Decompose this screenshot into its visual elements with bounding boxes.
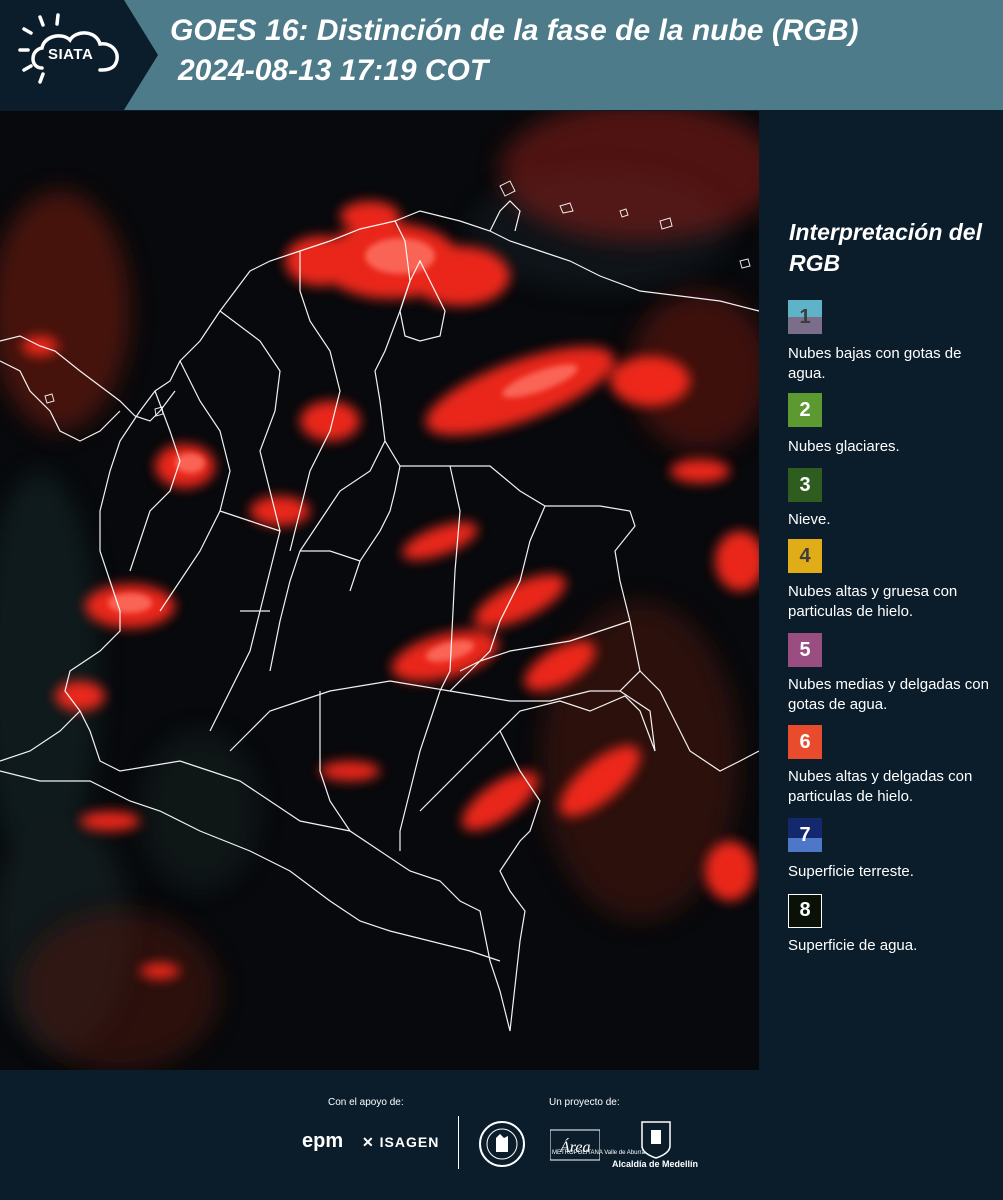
page: SIATA GOES 16: Distinción de la fase de …: [0, 0, 1003, 1200]
isagen-logo: ✕ ISAGEN: [362, 1134, 440, 1150]
siata-logo-text: SIATA: [48, 46, 94, 63]
legend-label-7: Superficie terreste.: [788, 863, 914, 880]
area-metropolitana-logo: Área: [550, 1129, 600, 1161]
project-label: Un proyecto de:: [549, 1097, 620, 1108]
legend-number-4: 4: [799, 545, 811, 567]
legend-number-6: 6: [799, 731, 811, 753]
legend-swatch-8: 8: [788, 894, 822, 928]
epm-logo: epm: [302, 1130, 344, 1152]
legend-swatch-3: 3: [788, 468, 822, 502]
siata-logo: SIATA: [0, 0, 160, 110]
support-label: Con el apoyo de:: [328, 1097, 404, 1108]
legend-number-8: 8: [799, 899, 811, 921]
alcaldia-shield-icon: [641, 1121, 671, 1159]
legend-panel: Interpretación del RGB 1 Nubes bajas con…: [760, 111, 1003, 1070]
satellite-rgb-map: [0, 111, 759, 1070]
page-timestamp: 2024-08-13 17:19 COT: [178, 54, 489, 87]
legend-label-8: Superficie de agua.: [788, 937, 918, 954]
legend-swatch-6: 6: [788, 725, 822, 759]
legend-number-2: 2: [799, 399, 811, 421]
legend-swatch-4: 4: [788, 539, 822, 573]
legend-number-1: 1: [799, 306, 811, 328]
university-seal-icon: [479, 1121, 525, 1167]
legend-label-1: Nubes bajas con gotas de agua.: [788, 345, 962, 382]
legend-label-6: Nubes altas y delgadas con particulas de…: [788, 768, 973, 805]
legend-swatch-2: 2: [788, 393, 822, 427]
legend-number-5: 5: [799, 639, 811, 661]
legend-label-2: Nubes glaciares.: [788, 438, 900, 455]
legend-swatch-1: 1: [788, 300, 822, 334]
legend-swatch-5: 5: [788, 633, 822, 667]
legend-title: Interpretación del RGB: [789, 219, 982, 276]
legend-swatch-7: 7: [788, 818, 822, 852]
legend-label-4: Nubes altas y gruesa con particulas de h…: [788, 583, 958, 620]
legend-number-3: 3: [799, 474, 811, 496]
legend-label-5: Nubes medias y delgadas con gotas de agu…: [788, 676, 989, 713]
legend-number-7: 7: [799, 824, 811, 846]
page-title: GOES 16: Distinción de la fase de la nub…: [170, 14, 859, 47]
area-metropolitana-text: METROPOLITANA Valle de Aburrá: [552, 1150, 645, 1156]
legend-label-3: Nieve.: [788, 511, 831, 528]
isagen-logo-text: ISAGEN: [379, 1134, 440, 1150]
alcaldia-label: Alcaldía de Medellín: [612, 1159, 699, 1169]
footer: Con el apoyo de: Un proyecto de: epm ✕ I…: [0, 1070, 1003, 1200]
footer-divider: [458, 1116, 459, 1169]
header-bar: SIATA GOES 16: Distinción de la fase de …: [0, 0, 1003, 110]
